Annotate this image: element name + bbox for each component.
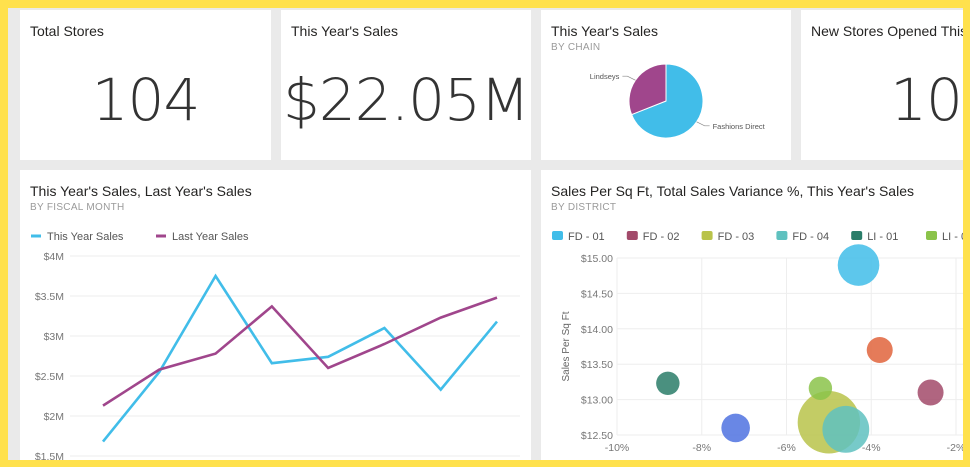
legend-label: LI - 01 [867,231,898,243]
y-tick-label: $3M [44,331,64,343]
tile-sales-by-chain[interactable]: This Year's Sales BY CHAIN Fashions Dire… [541,10,791,160]
tile-title: New Stores Opened This Year [811,23,963,39]
legend-swatch [851,231,863,240]
pie-label: Lindseys [590,72,620,81]
y-tick-label: $13.50 [581,359,613,371]
x-tick-label: -2% [947,442,963,454]
series-line-this-year-sales[interactable] [101,273,499,443]
y-tick-label: $1.5M [35,451,64,460]
pie-chart: Fashions Direct Lindseys [590,63,766,139]
bubble-li-03[interactable] [866,337,893,364]
tile-this-years-sales[interactable]: This Year's Sales $22.05M [281,10,531,160]
kpi-value: $22.05M [283,66,530,134]
legend-label: Last Year Sales [172,231,249,243]
y-tick-label: $14.50 [581,288,613,300]
x-tick-label: -6% [777,442,796,454]
tile-scatter-chart[interactable]: Sales Per Sq Ft, Total Sales Variance %,… [541,170,963,460]
tile-title: This Year's Sales [291,23,398,39]
y-tick-label: $2M [44,411,64,423]
bubble-fd-04[interactable] [822,405,870,453]
legend-swatch [926,231,937,240]
dashboard-canvas: Total Stores 104 This Year's Sales $22.0… [8,8,963,460]
y-tick-label: $14.00 [581,324,613,336]
y-tick-label: $3.5M [35,291,64,303]
y-axis-title: Sales Per Sq Ft [561,311,572,381]
y-tick-label: $13.00 [581,395,613,407]
legend-swatch [776,231,788,240]
bubble-fd-02[interactable] [917,379,944,406]
pie-leader-line [696,121,710,127]
x-tick-label: -4% [862,442,881,454]
y-tick-label: $12.50 [581,430,613,442]
bubble-li-02[interactable] [808,376,833,400]
line-chart: This Year Sales Last Year Sales $1.5M $2M $2… [31,231,520,460]
kpi-value: 10 [890,66,963,134]
scatter-chart: FD - 01 FD - 02 FD - 03 FD - 04 LI - 01 LI - … [552,231,963,454]
legend-label: FD - 03 [718,231,755,243]
tile-line-chart[interactable]: This Year's Sales, Last Year's Sales BY … [20,170,531,460]
legend-label: This Year Sales [47,231,124,243]
legend-swatch [552,231,563,240]
pie-leader-line [622,75,636,81]
x-tick-label: -10% [605,442,630,454]
y-tick-label: $2.5M [35,371,64,383]
legend-label: LI - 02 [942,231,963,243]
legend-label: FD - 04 [792,231,829,243]
tile-title: Total Stores [30,23,104,39]
bubble-li-01[interactable] [656,371,680,396]
bubble-li-04[interactable] [721,413,750,443]
bubble-fd-01[interactable] [837,244,880,286]
kpi-value: 104 [91,66,201,134]
pie-label: Fashions Direct [713,122,766,131]
legend-label: FD - 01 [568,231,605,243]
tile-new-stores[interactable]: New Stores Opened This Year 10 [801,10,963,160]
legend-label: FD - 02 [643,231,680,243]
series-line-last-year-sales[interactable] [102,296,498,407]
y-tick-label: $4M [44,251,64,263]
legend-swatch [626,231,638,240]
y-tick-label: $15.00 [581,253,613,265]
legend-swatch [701,231,713,240]
tile-total-stores[interactable]: Total Stores 104 [20,10,271,160]
x-tick-label: -8% [692,442,711,454]
